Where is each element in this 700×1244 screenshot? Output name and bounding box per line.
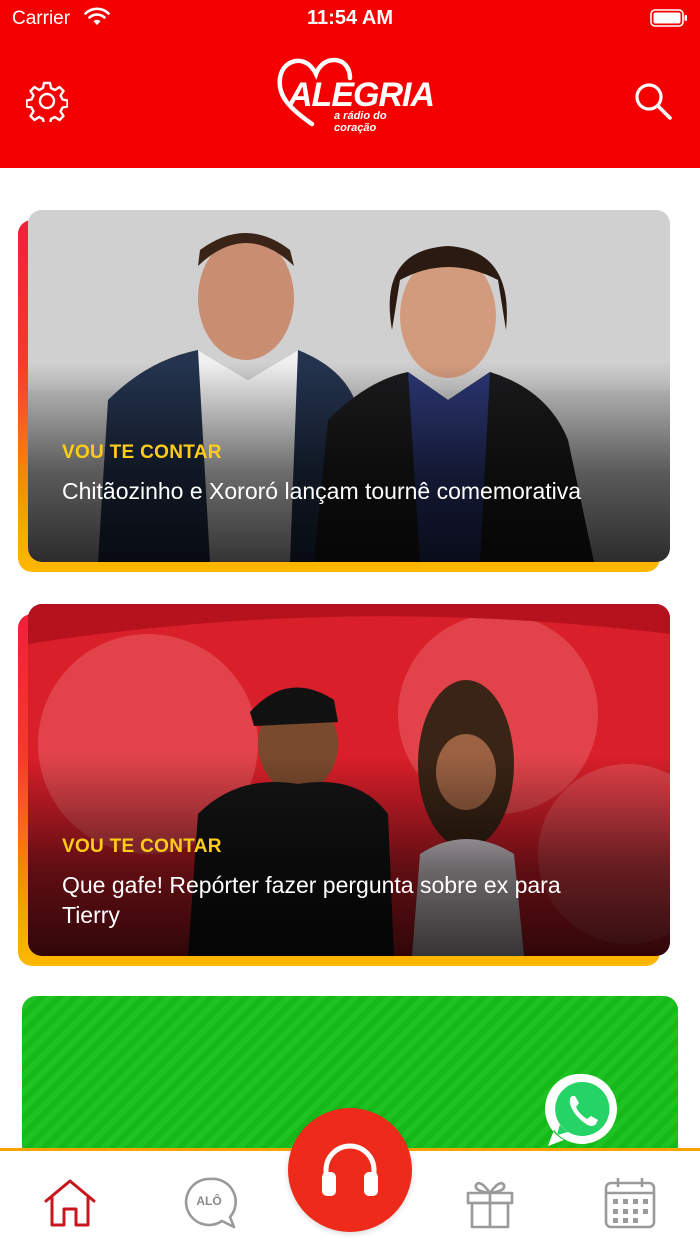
card-title: Chitãozinho e Xororó lançam tournê comem…: [62, 478, 582, 504]
alo-label: ALÔ: [196, 1194, 222, 1208]
logo-subtitle: a rádio do coração: [334, 110, 387, 134]
alegria-logo: ALEGRIA a rádio do coração: [276, 54, 435, 134]
card-title: Que gafe! Repórter fazer pergunta sobre …: [62, 872, 561, 928]
radio-player-button[interactable]: [288, 1108, 412, 1232]
calendar-icon: [604, 1178, 656, 1229]
status-bar: Carrier 11:54 AM: [0, 0, 700, 40]
clock: 11:54 AM: [307, 7, 393, 29]
settings-gear-icon[interactable]: [26, 80, 68, 122]
news-card[interactable]: VOU TE CONTAR Que gafe! Repórter fazer p…: [18, 604, 670, 966]
home-icon: [44, 1179, 96, 1227]
news-card-content[interactable]: VOU TE CONTAR Que gafe! Repórter fazer p…: [28, 604, 670, 956]
news-card-content[interactable]: VOU TE CONTAR Chitãozinho e Xororó lança…: [28, 210, 670, 562]
news-card[interactable]: VOU TE CONTAR Chitãozinho e Xororó lança…: [18, 210, 670, 572]
gift-icon: [466, 1181, 514, 1229]
tab-alo[interactable]: ALÔ: [184, 1175, 240, 1231]
tab-gifts[interactable]: [462, 1175, 518, 1231]
headphones-icon: [322, 1143, 378, 1196]
card-category: VOU TE CONTAR: [62, 442, 222, 463]
tab-home[interactable]: [42, 1175, 98, 1231]
battery-icon: [650, 9, 687, 27]
tab-schedule[interactable]: [602, 1175, 658, 1231]
card-category: VOU TE CONTAR: [62, 836, 222, 857]
app-header: Carrier 11:54 AM ALEGRIA a rádio do cora…: [0, 0, 700, 168]
whatsapp-icon: [544, 1073, 617, 1146]
search-icon[interactable]: [632, 80, 674, 122]
